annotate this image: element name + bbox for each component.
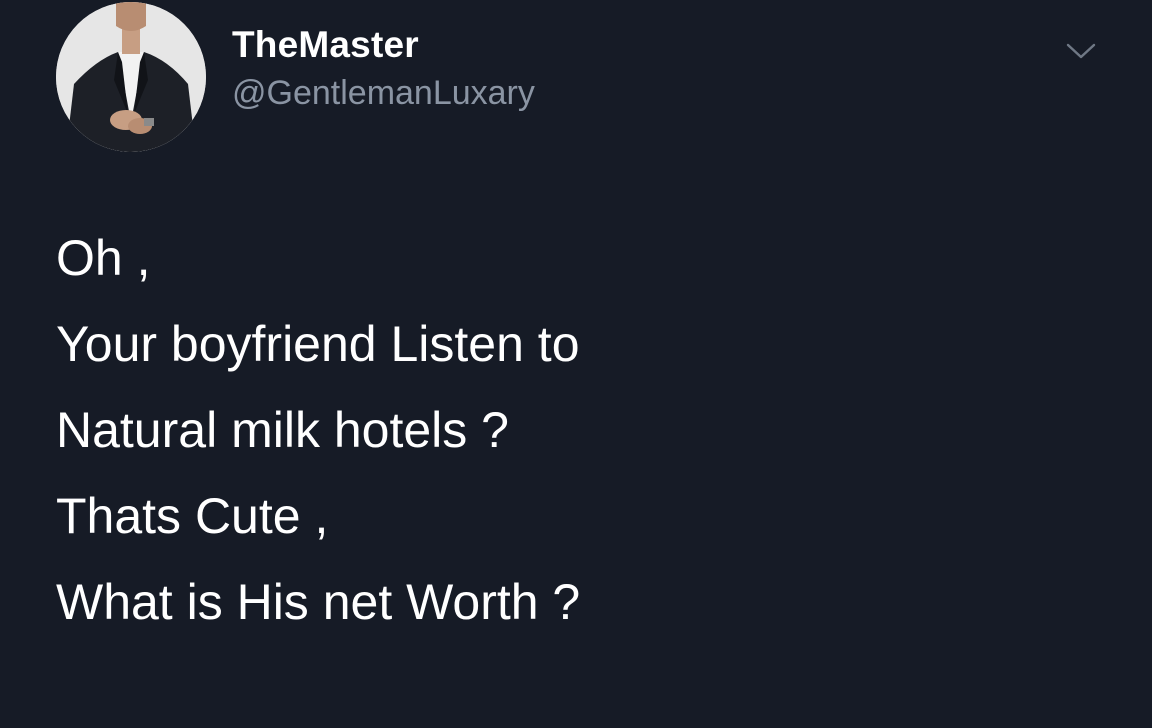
user-handle[interactable]: @GentlemanLuxary	[232, 70, 535, 116]
tweet-card: TheMaster @GentlemanLuxary Oh , Your boy…	[0, 0, 1152, 728]
tweet-line: Your boyfriend Listen to	[56, 316, 580, 372]
tweet-line: Thats Cute ,	[56, 488, 329, 544]
display-name[interactable]: TheMaster	[232, 22, 535, 68]
tweet-line: Oh ,	[56, 230, 151, 286]
chevron-down-icon[interactable]	[1064, 40, 1098, 62]
user-names: TheMaster @GentlemanLuxary	[232, 22, 535, 116]
tweet-line: What is His net Worth ?	[56, 574, 581, 630]
avatar[interactable]	[56, 2, 206, 152]
tweet-line: Natural milk hotels ?	[56, 402, 509, 458]
avatar-image	[56, 2, 206, 152]
tweet-text: Oh , Your boyfriend Listen to Natural mi…	[56, 226, 580, 634]
tweet-header: TheMaster @GentlemanLuxary	[56, 2, 1112, 152]
